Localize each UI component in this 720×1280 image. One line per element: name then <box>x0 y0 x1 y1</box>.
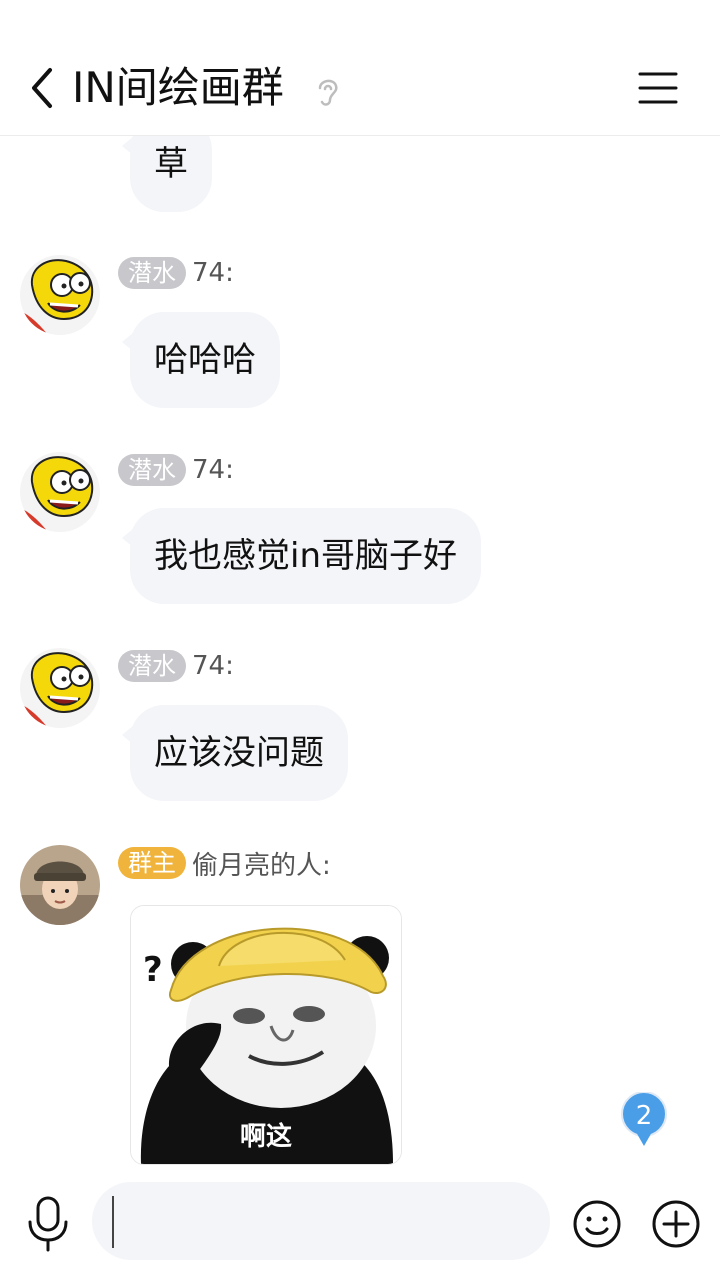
back-button[interactable] <box>24 62 64 114</box>
ear-icon[interactable] <box>312 74 342 108</box>
message-text: 草 <box>154 144 188 184</box>
message-text: 哈哈哈 <box>154 340 256 380</box>
unread-count-text: 2 <box>635 1101 653 1131</box>
text-caret <box>112 1196 114 1248</box>
chat-header: IN间绘画群 <box>0 0 720 136</box>
sender-name[interactable]: 74: <box>192 258 234 288</box>
sender-name[interactable]: 74: <box>192 455 234 485</box>
sticker-question-mark: ? <box>143 950 163 990</box>
avatar[interactable] <box>20 255 100 335</box>
chat-title[interactable]: IN间绘画群 <box>72 58 284 118</box>
sender-name[interactable]: 偷月亮的人: <box>192 845 331 882</box>
message-text: 应该没问题 <box>154 733 324 773</box>
input-bar <box>0 1168 720 1280</box>
avatar[interactable] <box>20 845 100 925</box>
avatar[interactable] <box>20 648 100 728</box>
member-badge: 潜水 <box>118 454 186 486</box>
message-meta: 群主 偷月亮的人: <box>118 845 331 881</box>
voice-button[interactable] <box>26 1196 70 1252</box>
sticker-caption: 啊这 <box>239 1122 292 1152</box>
message-text: 我也感觉in哥脑子好 <box>154 536 457 576</box>
member-badge: 潜水 <box>118 650 186 682</box>
smiley-icon <box>573 1200 621 1248</box>
message-bubble[interactable]: 我也感觉in哥脑子好 <box>122 508 481 604</box>
message-bubble[interactable]: 哈哈哈 <box>122 312 280 408</box>
menu-button[interactable] <box>638 68 678 108</box>
chevron-left-icon <box>32 68 52 108</box>
sticker-image[interactable]: ? 啊这 <box>130 905 402 1165</box>
microphone-icon <box>28 1196 68 1252</box>
sender-name[interactable]: 74: <box>192 651 234 681</box>
plus-circle-icon <box>652 1200 700 1248</box>
more-button[interactable] <box>651 1199 701 1249</box>
emoji-button[interactable] <box>572 1199 622 1249</box>
member-badge: 潜水 <box>118 257 186 289</box>
message-meta: 潜水 74: <box>118 452 234 488</box>
avatar[interactable] <box>20 452 100 532</box>
message-input[interactable] <box>92 1182 550 1260</box>
hamburger-menu-icon <box>638 72 678 104</box>
message-meta: 潜水 74: <box>118 255 234 291</box>
message-meta: 潜水 74: <box>118 648 234 684</box>
message-bubble[interactable]: 应该没问题 <box>122 705 348 801</box>
owner-badge: 群主 <box>118 847 186 879</box>
chat-screen: IN间绘画群 草 潜水 74: 哈哈哈 潜水 74: 我也感觉in哥脑子好 潜水… <box>0 0 720 1280</box>
